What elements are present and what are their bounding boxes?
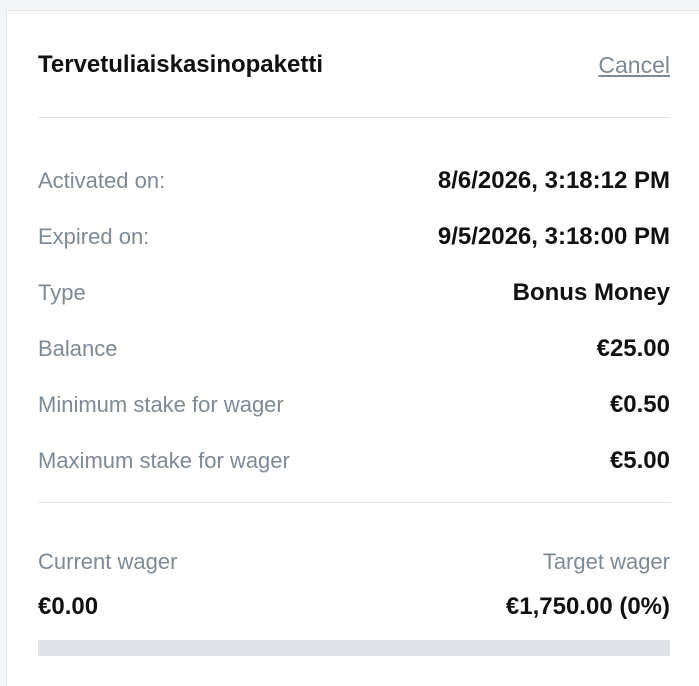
card-header: Tervetuliaiskasinopaketti Cancel xyxy=(38,51,670,79)
detail-row-activated: Activated on: 8/6/2026, 3:18:12 PM xyxy=(38,153,670,209)
wager-values: €0.00 €1,750.00 (0%) xyxy=(38,593,670,621)
detail-label: Balance xyxy=(38,336,118,361)
current-wager-label: Current wager xyxy=(38,549,178,574)
detail-label: Expired on: xyxy=(38,224,150,249)
detail-row-balance: Balance €25.00 xyxy=(38,321,670,377)
bonus-title: Tervetuliaiskasinopaketti xyxy=(38,51,323,78)
detail-label: Minimum stake for wager xyxy=(38,392,284,417)
detail-label: Type xyxy=(38,280,86,305)
wager-progress-bar xyxy=(38,640,670,656)
detail-label: Maximum stake for wager xyxy=(38,448,290,473)
wager-section: Current wager Target wager €0.00 €1,750.… xyxy=(38,549,670,621)
divider xyxy=(38,117,670,118)
cancel-link[interactable]: Cancel xyxy=(598,52,670,79)
bonus-details-card: Tervetuliaiskasinopaketti Cancel Activat… xyxy=(6,10,699,686)
details-list: Activated on: 8/6/2026, 3:18:12 PM Expir… xyxy=(38,153,670,489)
target-wager-label: Target wager xyxy=(542,549,670,574)
detail-value: 9/5/2026, 3:18:00 PM xyxy=(437,223,670,250)
detail-row-type: Type Bonus Money xyxy=(38,265,670,321)
detail-value: €0.50 xyxy=(609,391,670,418)
detail-value: €25.00 xyxy=(596,335,670,362)
target-wager-value: €1,750.00 (0%) xyxy=(505,593,670,620)
detail-row-min-stake: Minimum stake for wager €0.50 xyxy=(38,377,670,433)
detail-label: Activated on: xyxy=(38,168,166,193)
detail-row-expired: Expired on: 9/5/2026, 3:18:00 PM xyxy=(38,209,670,265)
wager-labels: Current wager Target wager xyxy=(38,549,670,575)
detail-row-max-stake: Maximum stake for wager €5.00 xyxy=(38,433,670,489)
detail-value: Bonus Money xyxy=(512,279,670,306)
current-wager-value: €0.00 xyxy=(38,593,99,620)
detail-value: €5.00 xyxy=(609,447,670,474)
detail-value: 8/6/2026, 3:18:12 PM xyxy=(437,167,670,194)
divider xyxy=(38,502,670,503)
